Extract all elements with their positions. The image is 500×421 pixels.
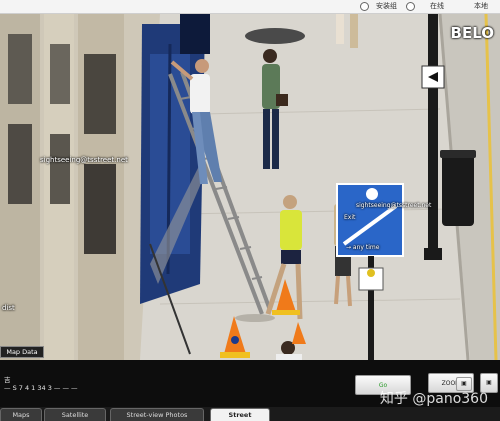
toolbar-item-local[interactable]: 本地 [474, 1, 488, 12]
tab-street-view-photos[interactable]: Street-view Photos [110, 408, 204, 421]
app-window: 安装组 在线 本地 BELO sightseeing@tsstreet.net … [0, 0, 500, 421]
brand-sign: BELO [450, 24, 494, 42]
map-data-label[interactable]: Map Data [0, 346, 44, 358]
toolbar-item-install[interactable]: 安装组 [376, 1, 397, 12]
photo-credit-overlay: sightseeing@tsstreet.net [40, 156, 128, 164]
view-icon-1: ▣ [461, 380, 467, 387]
sign-label-any-time: → any time [346, 244, 380, 251]
street-view-photo[interactable]: BELO sightseeing@tsstreet.net dist Exit … [0, 14, 500, 360]
tab-satellite[interactable]: Satellite [44, 408, 106, 421]
site-watermark: 知乎 @pano360 [379, 391, 488, 407]
settings-icon[interactable] [406, 2, 415, 11]
sign-overlay-credit: sightseeing@tsstreet.net [356, 202, 432, 209]
photo-overlay-dist: dist [2, 304, 15, 312]
caption-line-1: 吉 [4, 376, 11, 384]
browser-toolbar: 安装组 在线 本地 [0, 0, 500, 14]
map-data-label-text: Map Data [6, 348, 38, 356]
bottom-panel: 吉 — S 7 4 1 34 3 — — — Go ZOOM ▣ ▣ 知乎 @p… [0, 360, 500, 421]
caption-line-2: — S 7 4 1 34 3 — — — [4, 384, 78, 392]
toolbar-item-online[interactable]: 在线 [430, 1, 444, 12]
refresh-icon[interactable] [360, 2, 369, 11]
tab-street[interactable]: Street [210, 408, 270, 421]
tab-bar: Maps Satellite Street-view Photos Street [0, 407, 500, 421]
sign-label-exit: Exit [344, 214, 356, 221]
view-icon-2: ▣ [486, 379, 492, 386]
tab-maps[interactable]: Maps [0, 408, 42, 421]
